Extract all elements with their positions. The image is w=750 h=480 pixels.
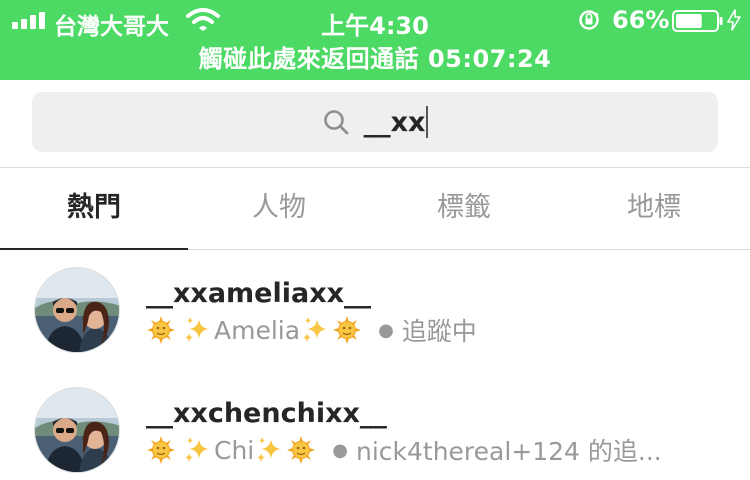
search-query[interactable]: __xx: [364, 107, 426, 138]
result-full-name: Chi: [214, 435, 255, 465]
result-detail: 追蹤中: [401, 317, 477, 346]
text-caret: [426, 106, 429, 138]
sun-emoji-icon: [333, 316, 362, 344]
result-username[interactable]: __xxameliaxx__: [146, 278, 371, 309]
avatar[interactable]: [34, 387, 120, 473]
search-tabs: 熱門 人物 標籤 地標: [0, 168, 750, 250]
status-bar: 台灣大哥大 上午4:30 66%: [0, 0, 750, 40]
result-full-name: Amelia: [214, 315, 301, 345]
result-detail: nick4thereal+124 的追...: [355, 437, 662, 466]
search-section: __xx: [0, 80, 750, 168]
return-to-call-banner[interactable]: 觸碰此處來返回通話 05:07:24: [0, 42, 750, 76]
charging-icon: [727, 9, 741, 31]
battery-percent: 66%: [612, 6, 670, 34]
avatar[interactable]: [34, 267, 120, 353]
battery-icon: [672, 10, 723, 32]
sparkles-emoji-icon: [185, 317, 209, 342]
separator-dot: ●: [332, 439, 348, 461]
search-icon: [323, 110, 348, 135]
result-subtitle: Amelia ● 追蹤中: [146, 312, 477, 348]
list-item[interactable]: __xxameliaxx__ Amelia ● 追蹤中: [0, 250, 750, 370]
sun-emoji-icon: [147, 316, 175, 344]
tab-top[interactable]: 熱門: [0, 168, 188, 250]
list-item[interactable]: __xxchenchixx__ Chi ● nick4thereal+124 的…: [0, 370, 750, 480]
sun-emoji-icon: [287, 436, 316, 464]
sparkles-emoji-icon: [257, 437, 282, 462]
orientation-lock-icon: [579, 10, 599, 30]
tab-tags[interactable]: 標籤: [370, 168, 558, 250]
search-input[interactable]: __xx: [32, 92, 718, 152]
result-subtitle: Chi ● nick4thereal+124 的追...: [146, 432, 662, 468]
status-area: 台灣大哥大 上午4:30 66% 觸碰此處來返回通話 05:07:24: [0, 0, 750, 80]
tab-places[interactable]: 地標: [560, 168, 748, 250]
sparkles-emoji-icon: [185, 437, 209, 462]
sparkles-emoji-icon: [303, 317, 328, 342]
separator-dot: ●: [378, 319, 394, 341]
result-username[interactable]: __xxchenchixx__: [146, 398, 387, 429]
tab-people[interactable]: 人物: [185, 168, 373, 250]
sun-emoji-icon: [147, 436, 175, 464]
